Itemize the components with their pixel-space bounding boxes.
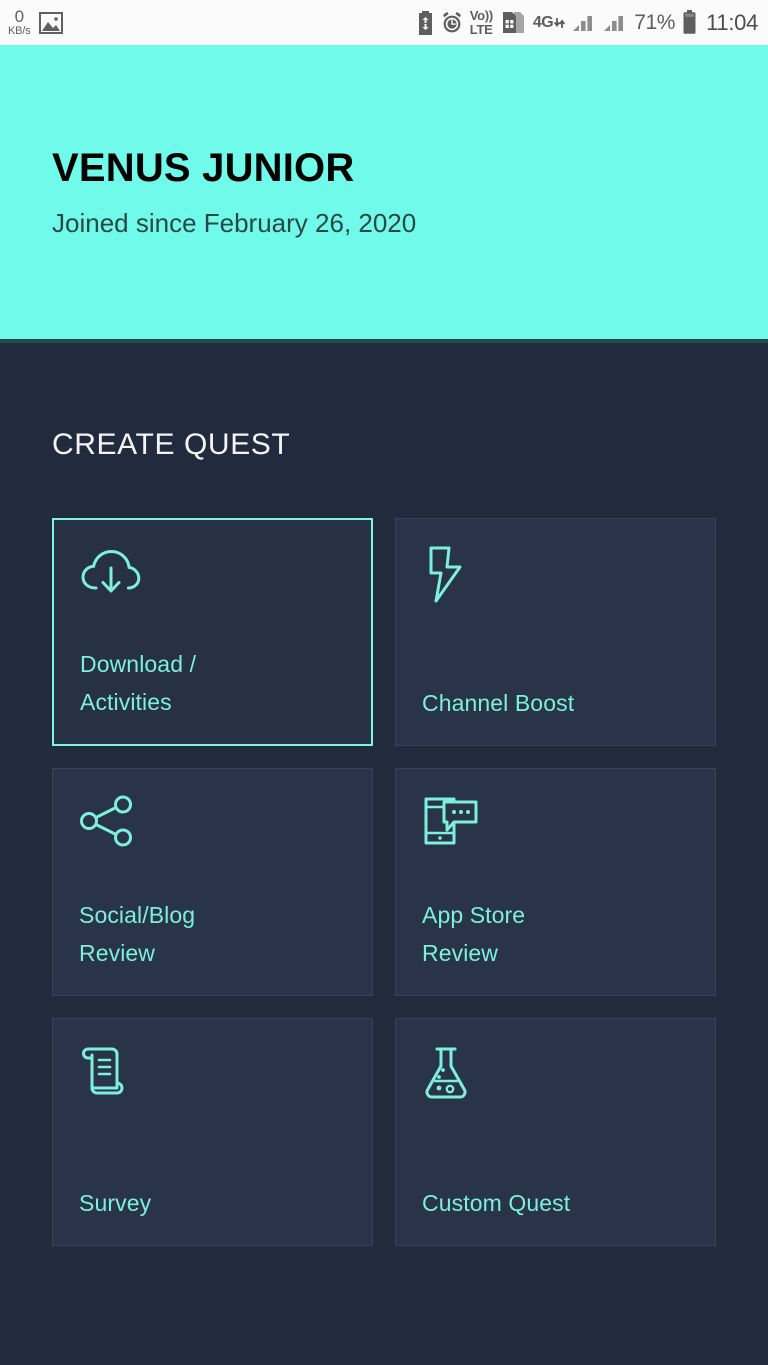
network-type-indicator: 4G — [532, 13, 566, 32]
battery-percent-label: 71% — [634, 10, 676, 34]
flask-icon — [422, 1045, 689, 1107]
volte-icon: Vo)) LTE — [470, 9, 493, 36]
scroll-document-icon — [79, 1045, 346, 1107]
quest-card-social-blog-review[interactable]: Social/Blog Review — [52, 768, 373, 996]
volte-label-bottom: LTE — [469, 21, 493, 37]
status-bar-right: Vo)) LTE 4G 71% 11:04 — [417, 9, 758, 36]
volte-label-top: Vo)) — [469, 8, 493, 24]
joined-since-label: Joined since February 26, 2020 — [52, 207, 417, 238]
quest-card-label: Download / Activities — [80, 650, 197, 716]
section-title-create-quest: CREATE QUEST — [52, 428, 291, 461]
clock-label: 11:04 — [706, 9, 758, 35]
share-nodes-icon — [79, 795, 346, 857]
quest-card-survey[interactable]: Survey — [52, 1018, 373, 1246]
quest-card-channel-boost[interactable]: Channel Boost — [395, 518, 716, 746]
quest-card-app-store-review[interactable]: App Store Review — [395, 768, 716, 996]
page-title: VENUS JUNIOR — [52, 145, 355, 190]
data-transfer-arrows-icon — [554, 14, 566, 32]
signal-bars-icon[interactable] — [603, 12, 627, 33]
quest-card-custom-quest[interactable]: Custom Quest — [395, 1018, 716, 1246]
network-type-label: 4G — [532, 13, 554, 31]
quest-card-label: Social/Blog Review — [79, 901, 196, 967]
network-speed-value: 0 — [14, 7, 24, 26]
main-content: CREATE QUEST Download / Activities Chann… — [0, 343, 768, 1361]
battery-icon — [682, 10, 697, 35]
cloud-download-icon — [80, 546, 345, 608]
signal-bars-icon[interactable] — [572, 12, 596, 33]
quest-card-label: App Store Review — [422, 901, 526, 967]
quest-card-download-activities[interactable]: Download / Activities — [52, 518, 373, 746]
alarm-clock-icon — [441, 11, 463, 34]
quest-card-label: Custom Quest — [422, 1190, 571, 1217]
status-bar: 0 KB/s Vo)) LTE 4G 71% 11:04 — [0, 0, 768, 45]
quest-card-label: Channel Boost — [422, 690, 575, 717]
sim-card-icon — [500, 11, 526, 34]
status-bar-left: 0 KB/s — [8, 7, 64, 37]
lightning-bolt-icon — [422, 545, 689, 607]
image-icon — [39, 11, 64, 34]
profile-header: VENUS JUNIOR Joined since February 26, 2… — [0, 45, 768, 343]
mobile-chat-icon — [422, 795, 689, 857]
battery-saver-icon — [417, 10, 434, 35]
network-speed-unit: KB/s — [8, 25, 31, 37]
quest-card-label: Survey — [79, 1190, 152, 1217]
quest-type-grid: Download / Activities Channel Boost Soci… — [52, 518, 716, 1246]
network-speed-indicator: 0 KB/s — [8, 7, 31, 37]
